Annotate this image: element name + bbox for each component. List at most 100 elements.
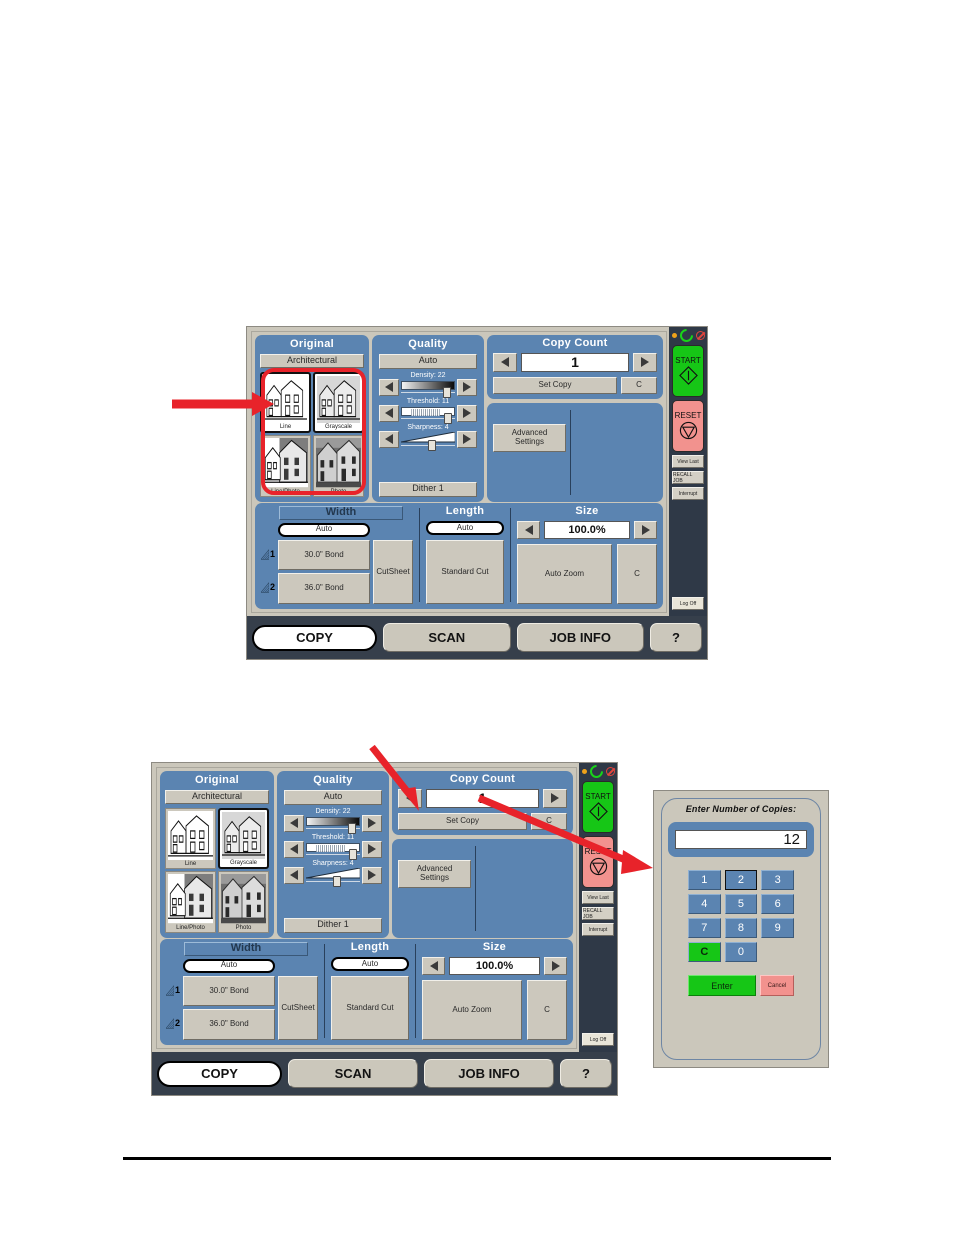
tab-copy-2[interactable]: COPY (157, 1060, 282, 1087)
threshold-slider-label-2: Threshold: 11 (311, 833, 355, 841)
density-decrease-button-2[interactable] (284, 814, 304, 832)
threshold-knob[interactable] (444, 413, 453, 425)
density-slider-body-2[interactable] (306, 817, 360, 835)
original-thumb-line-2[interactable]: Line (165, 807, 216, 870)
interrupt-button-2[interactable]: Interrupt (582, 923, 614, 936)
advanced-settings-button[interactable]: Advanced Settings (493, 423, 566, 452)
tab-scan[interactable]: SCAN (383, 623, 511, 652)
size-clear-button[interactable]: C (617, 544, 657, 604)
standard-cut-button[interactable]: Standard Cut (426, 540, 504, 604)
roll-1-number-2: 1 (174, 985, 180, 996)
original-thumb-line[interactable]: Line (260, 371, 311, 434)
sharpness-decrease-button-2[interactable] (284, 866, 304, 884)
copy-count-title-2: Copy Count (449, 773, 516, 785)
density-knob[interactable] (443, 387, 452, 399)
cutsheet-button-2[interactable]: CutSheet (278, 975, 318, 1040)
original-thumb-grayscale[interactable]: Grayscale (313, 371, 364, 434)
size-decrement-button[interactable] (517, 521, 540, 540)
sharpness-increase-button-2[interactable] (362, 866, 382, 884)
recall-job-button-2[interactable]: RECALL JOB (582, 907, 614, 920)
sharpness-increase-button[interactable] (457, 430, 477, 448)
copy-count-clear-button-2[interactable]: C (531, 812, 567, 830)
original-thumb-line-photo[interactable]: Line/Photo (260, 435, 311, 497)
standard-cut-button-2[interactable]: Standard Cut (331, 976, 409, 1040)
dither-button-2[interactable]: Dither 1 (284, 917, 382, 933)
threshold-slider-body-2[interactable] (306, 843, 360, 861)
length-auto-button[interactable]: Auto (426, 521, 504, 536)
density-knob[interactable] (348, 823, 357, 835)
view-last-button-2[interactable]: View Last (582, 891, 614, 904)
original-thumb-photo[interactable]: Photo (313, 435, 364, 497)
sharpness-slider-body-2[interactable] (306, 868, 360, 888)
chevron-right-icon (551, 961, 560, 972)
dither-button[interactable]: Dither 1 (379, 481, 477, 497)
sharpness-decrease-button[interactable] (379, 430, 399, 448)
width-roll2-button[interactable]: 36.0" Bond (278, 573, 370, 604)
density-increase-button-2[interactable] (362, 814, 382, 832)
sharpness-knob[interactable] (428, 440, 436, 452)
original-mode-button[interactable]: Architectural (260, 353, 364, 368)
size-value-2[interactable]: 100.0% (449, 957, 540, 976)
width-roll1-button-2[interactable]: 30.0" Bond (183, 975, 275, 1007)
quality-auto-button[interactable]: Auto (379, 353, 477, 369)
tab-help-2[interactable]: ? (560, 1059, 612, 1088)
threshold-slider-body[interactable] (401, 407, 455, 425)
original-thumb-line-photo-2[interactable]: Line/Photo (165, 871, 216, 933)
size-clear-button-2[interactable]: C (527, 980, 567, 1040)
width-auto-button-2[interactable]: Auto (183, 958, 275, 973)
copy-count-decrement-button-2[interactable] (398, 788, 422, 808)
width-section-2: Width 1 2 Auto 30.0" Bond 36.0" Bond Cut… (166, 941, 318, 1040)
media-panel-2: Width 1 2 Auto 30.0" Bond 36.0" Bond Cut… (160, 938, 573, 1045)
cutsheet-button[interactable]: CutSheet (373, 539, 413, 604)
width-auto-button[interactable]: Auto (278, 522, 370, 537)
original-thumb-photo-2[interactable]: Photo (218, 871, 269, 933)
size-decrement-button-2[interactable] (422, 957, 445, 976)
log-off-button-2[interactable]: Log Off (582, 1033, 614, 1046)
width-roll1-button[interactable]: 30.0" Bond (278, 539, 370, 571)
copy-count-value[interactable]: 1 (521, 352, 629, 372)
tab-job-info[interactable]: JOB INFO (516, 623, 644, 652)
density-slider-body[interactable] (401, 381, 455, 399)
length-auto-button-2[interactable]: Auto (331, 957, 409, 972)
threshold-decrease-button[interactable] (379, 404, 399, 422)
sharpness-knob[interactable] (333, 876, 341, 888)
reset-button-2[interactable]: RESET (582, 836, 614, 888)
size-value[interactable]: 100.0% (544, 521, 630, 540)
start-button-2[interactable]: START (582, 781, 614, 833)
interrupt-button[interactable]: Interrupt (672, 487, 704, 500)
density-increase-button[interactable] (457, 378, 477, 396)
copy-count-clear-button[interactable]: C (621, 376, 657, 394)
copy-count-increment-button-2[interactable] (543, 788, 567, 808)
reset-button[interactable]: RESET (672, 400, 704, 452)
threshold-decrease-button-2[interactable] (284, 840, 304, 858)
recall-job-button[interactable]: RECALL JOB (672, 471, 704, 484)
width-roll2-button-2[interactable]: 36.0" Bond (183, 1009, 275, 1040)
threshold-increase-button[interactable] (457, 404, 477, 422)
sharpness-slider-body[interactable] (401, 432, 455, 452)
tab-scan-2[interactable]: SCAN (288, 1059, 418, 1088)
advanced-settings-button-2[interactable]: Advanced Settings (398, 859, 471, 888)
threshold-knob[interactable] (349, 849, 358, 861)
tab-copy[interactable]: COPY (252, 624, 377, 651)
size-increment-button[interactable] (634, 521, 657, 540)
threshold-increase-button-2[interactable] (362, 840, 382, 858)
view-last-button[interactable]: View Last (672, 455, 704, 468)
tab-job-info-2[interactable]: JOB INFO (424, 1059, 554, 1088)
original-thumb-grayscale-2[interactable]: Grayscale (218, 807, 269, 870)
size-increment-button-2[interactable] (544, 957, 567, 976)
advanced-panel-divider-2 (475, 845, 476, 931)
sharpness-slider-label: Sharpness: 4 (407, 423, 449, 431)
copy-count-value-2[interactable]: 1 (426, 788, 539, 808)
set-copy-button-2[interactable]: Set Copy (398, 812, 527, 830)
log-off-button[interactable]: Log Off (672, 597, 704, 610)
set-copy-button[interactable]: Set Copy (493, 376, 617, 394)
original-mode-button-2[interactable]: Architectural (165, 789, 269, 804)
auto-zoom-button[interactable]: Auto Zoom (517, 544, 612, 604)
quality-auto-button-2[interactable]: Auto (284, 789, 382, 805)
density-decrease-button[interactable] (379, 378, 399, 396)
auto-zoom-button-2[interactable]: Auto Zoom (422, 980, 522, 1040)
tab-help[interactable]: ? (650, 623, 702, 652)
copy-count-increment-button[interactable] (633, 352, 657, 372)
copy-count-decrement-button[interactable] (493, 352, 517, 372)
start-button[interactable]: START (672, 345, 704, 397)
